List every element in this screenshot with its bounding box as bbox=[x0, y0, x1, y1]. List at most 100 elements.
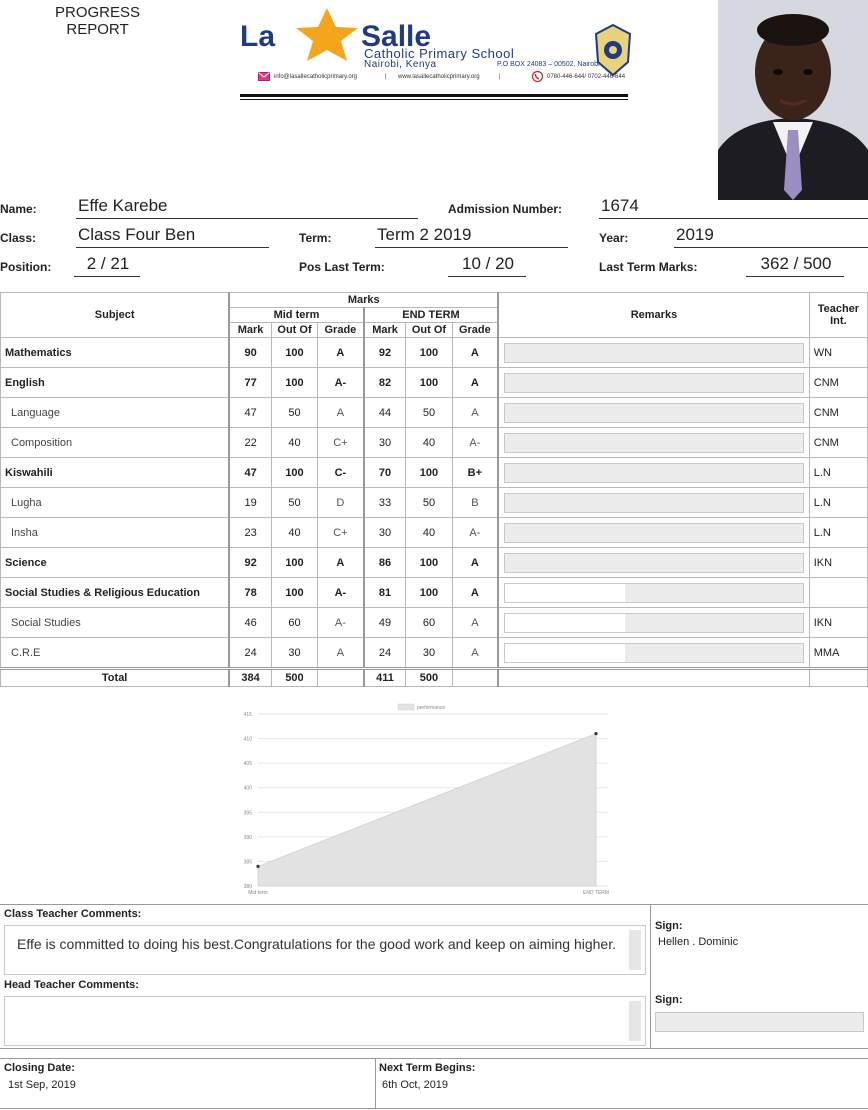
website-text: www.lasallecatholicprimary.org bbox=[398, 74, 480, 80]
remark-input[interactable] bbox=[503, 612, 804, 633]
remark-cell bbox=[497, 337, 810, 368]
head-teacher-comments-box[interactable] bbox=[4, 996, 646, 1046]
mid-grade: C+ bbox=[317, 427, 365, 458]
end-out-of: 100 bbox=[405, 547, 453, 578]
mid-out-of: 50 bbox=[270, 397, 319, 428]
end-mark: 30 bbox=[362, 517, 407, 548]
remark-input[interactable] bbox=[503, 492, 804, 513]
remark-cell bbox=[497, 517, 810, 548]
email-icon bbox=[258, 72, 270, 81]
footer-column-divider bbox=[375, 1059, 376, 1109]
end-mark: 49 bbox=[362, 607, 407, 638]
class-teacher-comments-box[interactable]: Effe is committed to doing his best.Cong… bbox=[4, 925, 646, 975]
mid-mark: 77 bbox=[228, 367, 272, 398]
teacher-initials: CNM bbox=[808, 427, 868, 458]
table-row: Mathematics 90 100 A 92 100 A WN bbox=[0, 337, 868, 368]
subject-name: Insha bbox=[0, 517, 230, 548]
class-label: Class: bbox=[0, 231, 37, 245]
y-tick-label: 410 bbox=[244, 737, 253, 743]
class-teacher-comments-text: Effe is committed to doing his best.Cong… bbox=[17, 936, 616, 952]
y-tick-label: 400 bbox=[244, 786, 253, 792]
end-mark: 82 bbox=[362, 367, 407, 398]
footer-divider bbox=[0, 1058, 868, 1059]
comments-scrollbar[interactable] bbox=[629, 930, 641, 970]
end-mark: 30 bbox=[362, 427, 407, 458]
mid-out-of: 100 bbox=[270, 547, 319, 578]
table-row: Kiswahili 47 100 C- 70 100 B+ L.N bbox=[0, 457, 868, 488]
mid-mark: 90 bbox=[228, 337, 272, 368]
end-out-of: 40 bbox=[405, 517, 453, 548]
mid-grade: A- bbox=[317, 607, 365, 638]
end-grade: A- bbox=[451, 517, 499, 548]
total-end-mark: 411 bbox=[362, 667, 407, 687]
remark-cell bbox=[497, 427, 810, 458]
end-out-of: 100 bbox=[405, 577, 453, 608]
year-label: Year: bbox=[599, 231, 629, 245]
table-row: English 77 100 A- 82 100 A CNM bbox=[0, 367, 868, 398]
end-mark: 44 bbox=[362, 397, 407, 428]
end-grade: A bbox=[451, 637, 499, 669]
separator-2: | bbox=[499, 74, 501, 80]
total-mid-grade bbox=[317, 667, 365, 687]
table-row: Science 92 100 A 86 100 A IKN bbox=[0, 547, 868, 578]
report-title-line2: REPORT bbox=[66, 21, 129, 38]
report-title: PROGRESS REPORT bbox=[30, 4, 165, 38]
remark-input[interactable] bbox=[503, 372, 804, 393]
header-end-grade: Grade bbox=[451, 322, 499, 338]
remark-input[interactable] bbox=[503, 402, 804, 423]
admission-number: 1674 bbox=[599, 196, 868, 219]
term-value: Term 2 2019 bbox=[375, 225, 568, 248]
remark-cell bbox=[497, 487, 810, 518]
subject-name: English bbox=[0, 367, 230, 398]
header-mid-term: Mid term bbox=[228, 307, 365, 323]
end-out-of: 100 bbox=[405, 337, 453, 368]
end-grade: B+ bbox=[451, 457, 499, 488]
subject-name: Science bbox=[0, 547, 230, 578]
mid-grade: A bbox=[317, 547, 365, 578]
remark-input[interactable] bbox=[503, 432, 804, 453]
table-row: Language 47 50 A 44 50 A CNM bbox=[0, 397, 868, 428]
y-tick-label: 385 bbox=[244, 859, 253, 865]
logo-location: Nairobi, Kenya bbox=[364, 59, 437, 70]
remark-input[interactable] bbox=[503, 522, 804, 543]
end-mark: 70 bbox=[362, 457, 407, 488]
x-tick-label: Mid term bbox=[248, 890, 267, 896]
remark-input[interactable] bbox=[503, 552, 804, 573]
header-marks: Marks bbox=[228, 292, 499, 308]
logo-po-box: P.O BOX 24083 – 00502, Nairobi bbox=[497, 61, 600, 68]
remark-input[interactable] bbox=[503, 462, 804, 483]
phone-icon bbox=[532, 71, 543, 82]
class-teacher-signature: Hellen . Dominic bbox=[658, 936, 739, 948]
closing-date-value: 1st Sep, 2019 bbox=[8, 1079, 76, 1091]
term-label: Term: bbox=[299, 231, 332, 245]
logo-rule-thick bbox=[240, 94, 628, 97]
subject-name: Language bbox=[0, 397, 230, 428]
subject-name: Social Studies bbox=[0, 607, 230, 638]
subject-name: Mathematics bbox=[0, 337, 230, 368]
logo-rule-thin bbox=[240, 99, 628, 100]
table-row: C.R.E 24 30 A 24 30 A MMA bbox=[0, 637, 868, 669]
phone-text: 0780-446-644/ 0702-446-644 bbox=[547, 74, 626, 80]
end-mark: 33 bbox=[362, 487, 407, 518]
mid-mark: 47 bbox=[228, 457, 272, 488]
remark-input[interactable] bbox=[503, 642, 804, 663]
header-end-mark: Mark bbox=[362, 322, 407, 338]
mid-out-of: 100 bbox=[270, 457, 319, 488]
mid-mark: 24 bbox=[228, 637, 272, 669]
mid-out-of: 100 bbox=[270, 367, 319, 398]
remark-input[interactable] bbox=[503, 342, 804, 363]
student-class: Class Four Ben bbox=[76, 225, 269, 248]
head-teacher-sign-field[interactable] bbox=[655, 1012, 864, 1032]
end-grade: A bbox=[451, 577, 499, 608]
remark-cell bbox=[497, 637, 810, 669]
mid-grade: C+ bbox=[317, 517, 365, 548]
teacher-initials: MMA bbox=[808, 637, 868, 669]
next-term-label: Next Term Begins: bbox=[379, 1062, 476, 1074]
student-name: Effe Karebe bbox=[76, 196, 418, 219]
comments-scrollbar[interactable] bbox=[629, 1001, 641, 1041]
end-grade: A- bbox=[451, 427, 499, 458]
mid-mark: 19 bbox=[228, 487, 272, 518]
teacher-initials: WN bbox=[808, 337, 868, 368]
end-grade: A bbox=[451, 337, 499, 368]
remark-input[interactable] bbox=[503, 582, 804, 603]
